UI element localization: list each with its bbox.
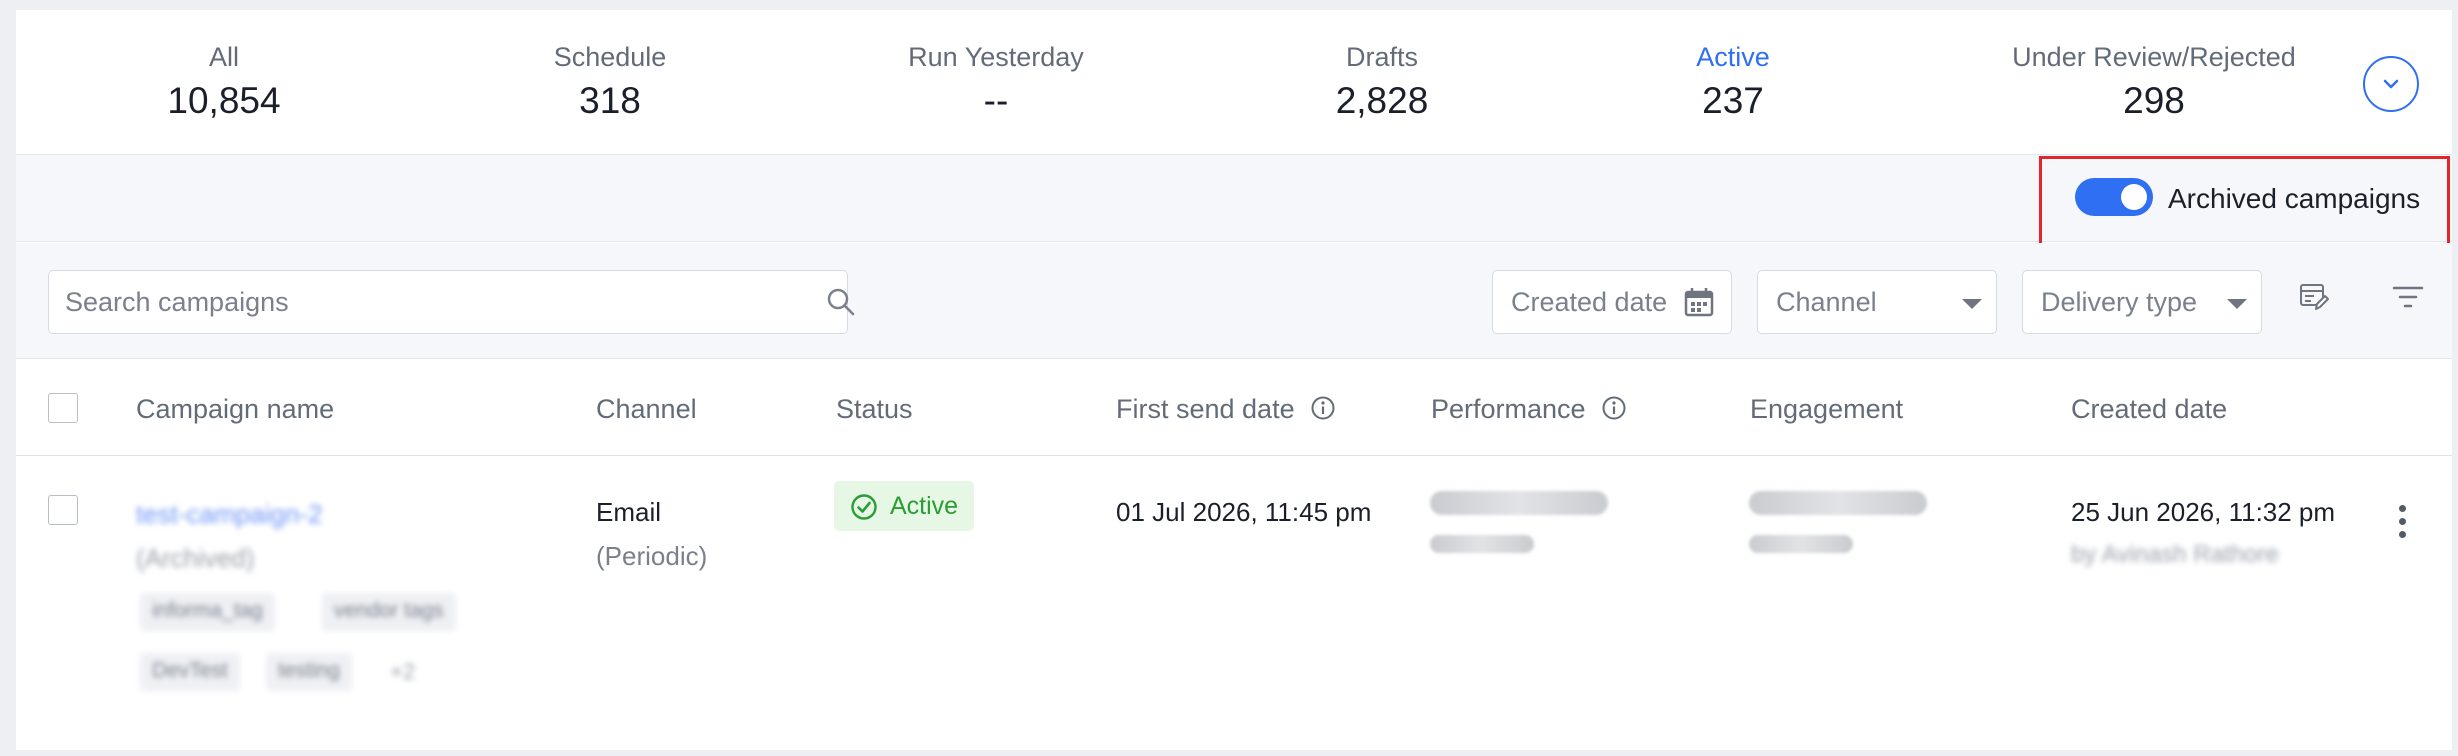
delivery-type-filter-label: Delivery type	[2041, 287, 2198, 317]
tab-run-yesterday[interactable]: Run Yesterday --	[804, 10, 1188, 154]
column-first-send-date-label: First send date	[1116, 394, 1295, 424]
check-circle-icon	[851, 494, 877, 520]
kebab-dot	[2399, 531, 2406, 538]
info-icon[interactable]	[1310, 395, 1336, 421]
tab-under-review-rejected[interactable]: Under Review/Rejected 298	[1962, 10, 2346, 154]
caret-down-icon	[2227, 299, 2247, 309]
calendar-icon	[1684, 288, 1714, 317]
kebab-dot	[2399, 505, 2406, 512]
filter-icon[interactable]	[2392, 281, 2424, 313]
tab-count: 10,854	[167, 80, 281, 121]
tab-drafts[interactable]: Drafts 2,828	[1190, 10, 1574, 154]
more-tabs-button[interactable]	[2363, 56, 2419, 112]
campaign-tag: vendor tags	[322, 593, 456, 631]
more-tags-count[interactable]: +2	[390, 659, 415, 685]
archived-note: (Archived)	[136, 543, 255, 573]
tab-label: Under Review/Rejected	[2012, 42, 2296, 72]
search-icon[interactable]	[826, 287, 856, 317]
table-header: Campaign name Channel Status First send …	[16, 360, 2452, 456]
tab-count: --	[983, 80, 1009, 121]
tab-active[interactable]: Active 237	[1541, 10, 1925, 158]
search-box	[48, 270, 855, 334]
created-by: by Avinash Rathore	[2071, 541, 2279, 568]
caret-down-icon	[1962, 299, 1982, 309]
column-campaign-name[interactable]: Campaign name	[136, 394, 334, 425]
column-first-send-date[interactable]: First send date	[1116, 394, 1336, 425]
campaigns-panel: All 10,854 Schedule 318 Run Yesterday --…	[16, 10, 2452, 750]
campaign-tag: informa_tag	[140, 593, 275, 631]
status-badge: Active	[834, 481, 974, 531]
channel-value: Email	[596, 497, 662, 527]
tab-label: Run Yesterday	[908, 42, 1084, 72]
column-status[interactable]: Status	[836, 394, 913, 425]
toggle-knob	[2121, 184, 2147, 210]
tab-count: 298	[2123, 80, 2185, 121]
archived-bar: Archived campaigns	[16, 154, 2452, 252]
filter-row: Created date Channel Delivery type	[16, 243, 2452, 359]
campaign-tag: testing	[266, 653, 352, 691]
table-row[interactable]: test-campaign-2 (Archived) informa_tag v…	[16, 457, 2452, 747]
tab-label: Schedule	[553, 42, 667, 72]
column-performance[interactable]: Performance	[1431, 394, 1627, 425]
created-date-filter[interactable]: Created date	[1492, 270, 1732, 334]
column-performance-label: Performance	[1431, 394, 1586, 424]
first-send-date-value: 01 Jul 2026, 11:45 pm	[1116, 497, 1372, 527]
engagement-placeholder	[1749, 535, 1853, 553]
engagement-placeholder	[1749, 491, 1927, 515]
tab-label: Active	[1696, 42, 1770, 72]
campaign-name-link[interactable]: test-campaign-2	[136, 499, 322, 530]
performance-placeholder	[1430, 535, 1534, 553]
tab-count: 2,828	[1335, 80, 1429, 121]
column-created-date[interactable]: Created date	[2071, 394, 2227, 425]
archived-campaigns-label: Archived campaigns	[2168, 183, 2421, 214]
row-actions-menu-icon[interactable]	[2393, 505, 2413, 545]
search-input[interactable]	[65, 285, 765, 319]
channel-filter-label: Channel	[1776, 287, 1877, 317]
created-date-value: 25 Jun 2026, 11:32 pm	[2071, 497, 2336, 527]
chevron-down-icon	[2383, 79, 2399, 89]
tab-schedule[interactable]: Schedule 318	[418, 10, 802, 154]
select-all-checkbox[interactable]	[48, 393, 78, 423]
tab-all[interactable]: All 10,854	[32, 10, 416, 154]
status-text: Active	[890, 492, 959, 520]
row-checkbox[interactable]	[48, 495, 78, 525]
channel-filter[interactable]: Channel	[1757, 270, 1997, 334]
tab-label: Drafts	[1345, 42, 1418, 72]
campaign-tabs: All 10,854 Schedule 318 Run Yesterday --…	[16, 10, 2452, 158]
channel-subtype: (Periodic)	[596, 541, 708, 571]
tab-count: 318	[579, 80, 641, 121]
tab-count: 237	[1702, 80, 1764, 121]
campaign-tag: DevTest	[140, 653, 240, 691]
column-channel[interactable]: Channel	[596, 394, 697, 425]
performance-placeholder	[1430, 491, 1608, 515]
delivery-type-filter[interactable]: Delivery type	[2022, 270, 2262, 334]
created-date-filter-label: Created date	[1511, 287, 1668, 317]
archived-campaigns-toggle[interactable]	[2075, 178, 2153, 216]
kebab-dot	[2399, 518, 2406, 525]
tab-label: All	[208, 42, 239, 72]
edit-columns-icon[interactable]	[2298, 281, 2330, 313]
column-engagement[interactable]: Engagement	[1750, 394, 1903, 425]
info-icon[interactable]	[1601, 395, 1627, 421]
